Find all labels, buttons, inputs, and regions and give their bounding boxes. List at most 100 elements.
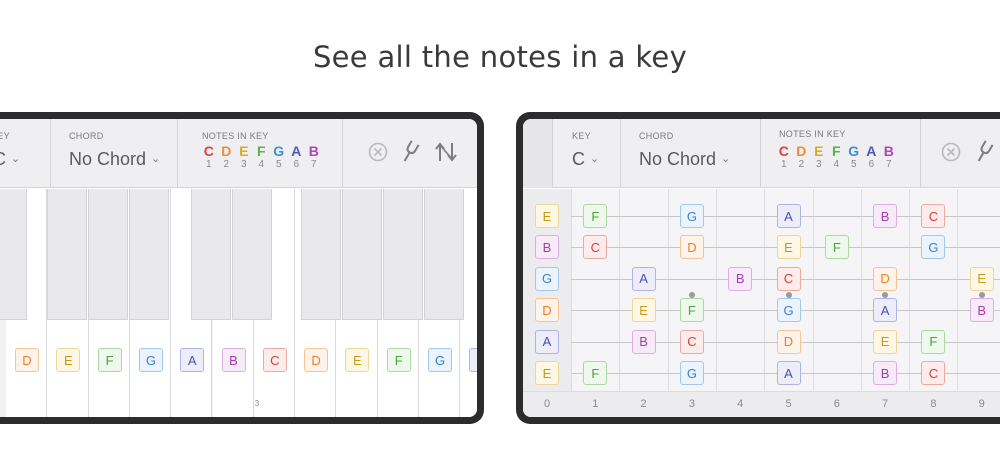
note-marker-g[interactable]: G bbox=[679, 361, 704, 385]
note-marker-e[interactable]: E bbox=[776, 235, 801, 260]
note-marker-a[interactable]: A bbox=[180, 348, 205, 372]
tuning-fork-icon[interactable] bbox=[971, 138, 999, 166]
note-marker-b[interactable]: B bbox=[873, 361, 898, 385]
fret-number: 2 bbox=[640, 398, 647, 410]
note-marker-d[interactable]: D bbox=[535, 298, 559, 323]
note-marker-c[interactable]: C bbox=[921, 204, 946, 228]
fretboard-screen: KEY C ⌄ CHORD No Chord ⌄ NOTES IN KEY C1D2… bbox=[523, 119, 1000, 417]
note-marker-c[interactable]: C bbox=[262, 348, 287, 372]
note-marker-d[interactable]: D bbox=[873, 266, 898, 291]
note-marker-a[interactable]: A bbox=[535, 329, 559, 354]
flip-icon[interactable] bbox=[432, 138, 460, 166]
key-selector[interactable]: KEY C ⌄ bbox=[0, 119, 51, 188]
key-note-degree: 2 bbox=[223, 159, 230, 170]
key-note-degree: 3 bbox=[815, 159, 822, 170]
note-marker-g[interactable]: G bbox=[535, 266, 559, 291]
fret-number: 5 bbox=[785, 398, 792, 410]
key-note-degree: 6 bbox=[868, 159, 875, 170]
fretboard[interactable]: 0123456789 EFGABCBCDEFGGABCDEDEFGABABCDE… bbox=[523, 189, 1000, 417]
black-key[interactable] bbox=[47, 189, 87, 320]
note-marker-e[interactable]: E bbox=[873, 329, 898, 354]
note-marker-d[interactable]: D bbox=[304, 348, 329, 372]
key-selector[interactable]: KEY C ⌄ bbox=[553, 119, 621, 188]
note-marker-c[interactable]: C bbox=[583, 235, 608, 260]
fret-inlay-dot bbox=[785, 291, 792, 298]
key-note-degree: 3 bbox=[240, 159, 247, 170]
headline: See all the notes in a key bbox=[312, 40, 688, 74]
note-marker-b[interactable]: B bbox=[535, 235, 559, 260]
piano-screen: KEY C⌄ CHORD No Chord⌄ NOTES IN KEY C1D2… bbox=[0, 119, 477, 417]
black-key[interactable] bbox=[232, 189, 272, 320]
note-marker-a[interactable]: A bbox=[469, 348, 477, 372]
note-marker-d[interactable]: D bbox=[776, 329, 801, 354]
note-marker-e[interactable]: E bbox=[631, 298, 656, 323]
fret-wire bbox=[571, 189, 572, 391]
tuning-fork-icon[interactable] bbox=[397, 138, 425, 166]
note-marker-b[interactable]: B bbox=[969, 298, 994, 323]
chord-selector[interactable]: CHORD No Chord ⌄ bbox=[51, 119, 178, 188]
note-marker-g[interactable]: G bbox=[138, 348, 163, 372]
note-marker-a[interactable]: A bbox=[776, 361, 801, 385]
fret-wire bbox=[619, 189, 621, 391]
note-marker-f[interactable]: F bbox=[921, 329, 946, 354]
key-note-g: G5 bbox=[270, 143, 288, 171]
note-marker-c[interactable]: C bbox=[921, 361, 946, 385]
black-key[interactable] bbox=[383, 189, 423, 320]
notes-in-key-list: C1D2E3F4G5A6B7 bbox=[200, 143, 323, 171]
note-marker-f[interactable]: F bbox=[386, 348, 411, 372]
fret-wire bbox=[909, 189, 911, 391]
note-marker-e[interactable]: E bbox=[345, 348, 370, 372]
note-marker-d[interactable]: D bbox=[15, 348, 39, 372]
note-marker-g[interactable]: G bbox=[428, 348, 452, 372]
key-note-d: D2 bbox=[793, 143, 811, 171]
key-note-letter: B bbox=[883, 143, 894, 159]
note-marker-e[interactable]: E bbox=[535, 204, 559, 228]
fret-number: 4 bbox=[737, 398, 744, 410]
notes-caption: NOTES IN KEY bbox=[202, 131, 269, 141]
key-note-degree: 5 bbox=[275, 159, 282, 170]
black-key[interactable] bbox=[0, 189, 27, 320]
black-key[interactable] bbox=[424, 189, 464, 320]
note-marker-b[interactable]: B bbox=[631, 329, 656, 354]
note-marker-f[interactable]: F bbox=[583, 361, 608, 385]
black-key[interactable] bbox=[342, 189, 382, 320]
clear-icon[interactable] bbox=[937, 138, 965, 166]
black-key[interactable] bbox=[301, 189, 341, 320]
chord-selector[interactable]: CHORD No Chord ⌄ bbox=[621, 119, 761, 188]
fret-number: 1 bbox=[592, 398, 599, 410]
note-marker-b[interactable]: B bbox=[873, 204, 898, 228]
note-marker-e[interactable]: E bbox=[969, 266, 994, 291]
note-marker-g[interactable]: G bbox=[921, 235, 946, 260]
key-note-letter: C bbox=[203, 143, 214, 159]
key-value: C bbox=[0, 149, 6, 169]
note-marker-a[interactable]: A bbox=[631, 266, 656, 291]
fret-wire bbox=[715, 189, 717, 391]
note-marker-a[interactable]: A bbox=[776, 204, 801, 228]
note-marker-a[interactable]: A bbox=[873, 298, 898, 323]
note-marker-f[interactable]: F bbox=[583, 204, 608, 228]
clear-icon[interactable] bbox=[364, 138, 392, 166]
note-marker-f[interactable]: F bbox=[97, 348, 122, 372]
key-note-d: D2 bbox=[218, 143, 236, 171]
key-note-g: G5 bbox=[845, 143, 863, 171]
fret-inlay-dot bbox=[688, 291, 695, 298]
black-key[interactable] bbox=[88, 189, 128, 320]
note-marker-b[interactable]: B bbox=[728, 266, 753, 291]
note-marker-g[interactable]: G bbox=[679, 204, 704, 228]
black-key[interactable] bbox=[129, 189, 169, 320]
note-marker-f[interactable]: F bbox=[824, 235, 849, 260]
piano-keyboard[interactable]: DEFGABCDEFGA 3 bbox=[0, 189, 477, 417]
note-marker-d[interactable]: D bbox=[679, 235, 704, 260]
note-marker-c[interactable]: C bbox=[776, 266, 801, 291]
note-marker-e[interactable]: E bbox=[535, 361, 559, 385]
note-marker-c[interactable]: C bbox=[679, 329, 704, 354]
black-key[interactable] bbox=[191, 189, 231, 320]
tablet-fretboard-view: KEY C ⌄ CHORD No Chord ⌄ NOTES IN KEY C1D2… bbox=[516, 112, 1000, 424]
note-marker-b[interactable]: B bbox=[221, 348, 246, 372]
note-marker-e[interactable]: E bbox=[56, 348, 81, 372]
fret-inlay-dot bbox=[882, 291, 889, 298]
chord-value: No Chord bbox=[639, 149, 717, 169]
key-note-f: F4 bbox=[253, 143, 271, 171]
note-marker-g[interactable]: G bbox=[776, 298, 801, 323]
note-marker-f[interactable]: F bbox=[679, 298, 704, 323]
